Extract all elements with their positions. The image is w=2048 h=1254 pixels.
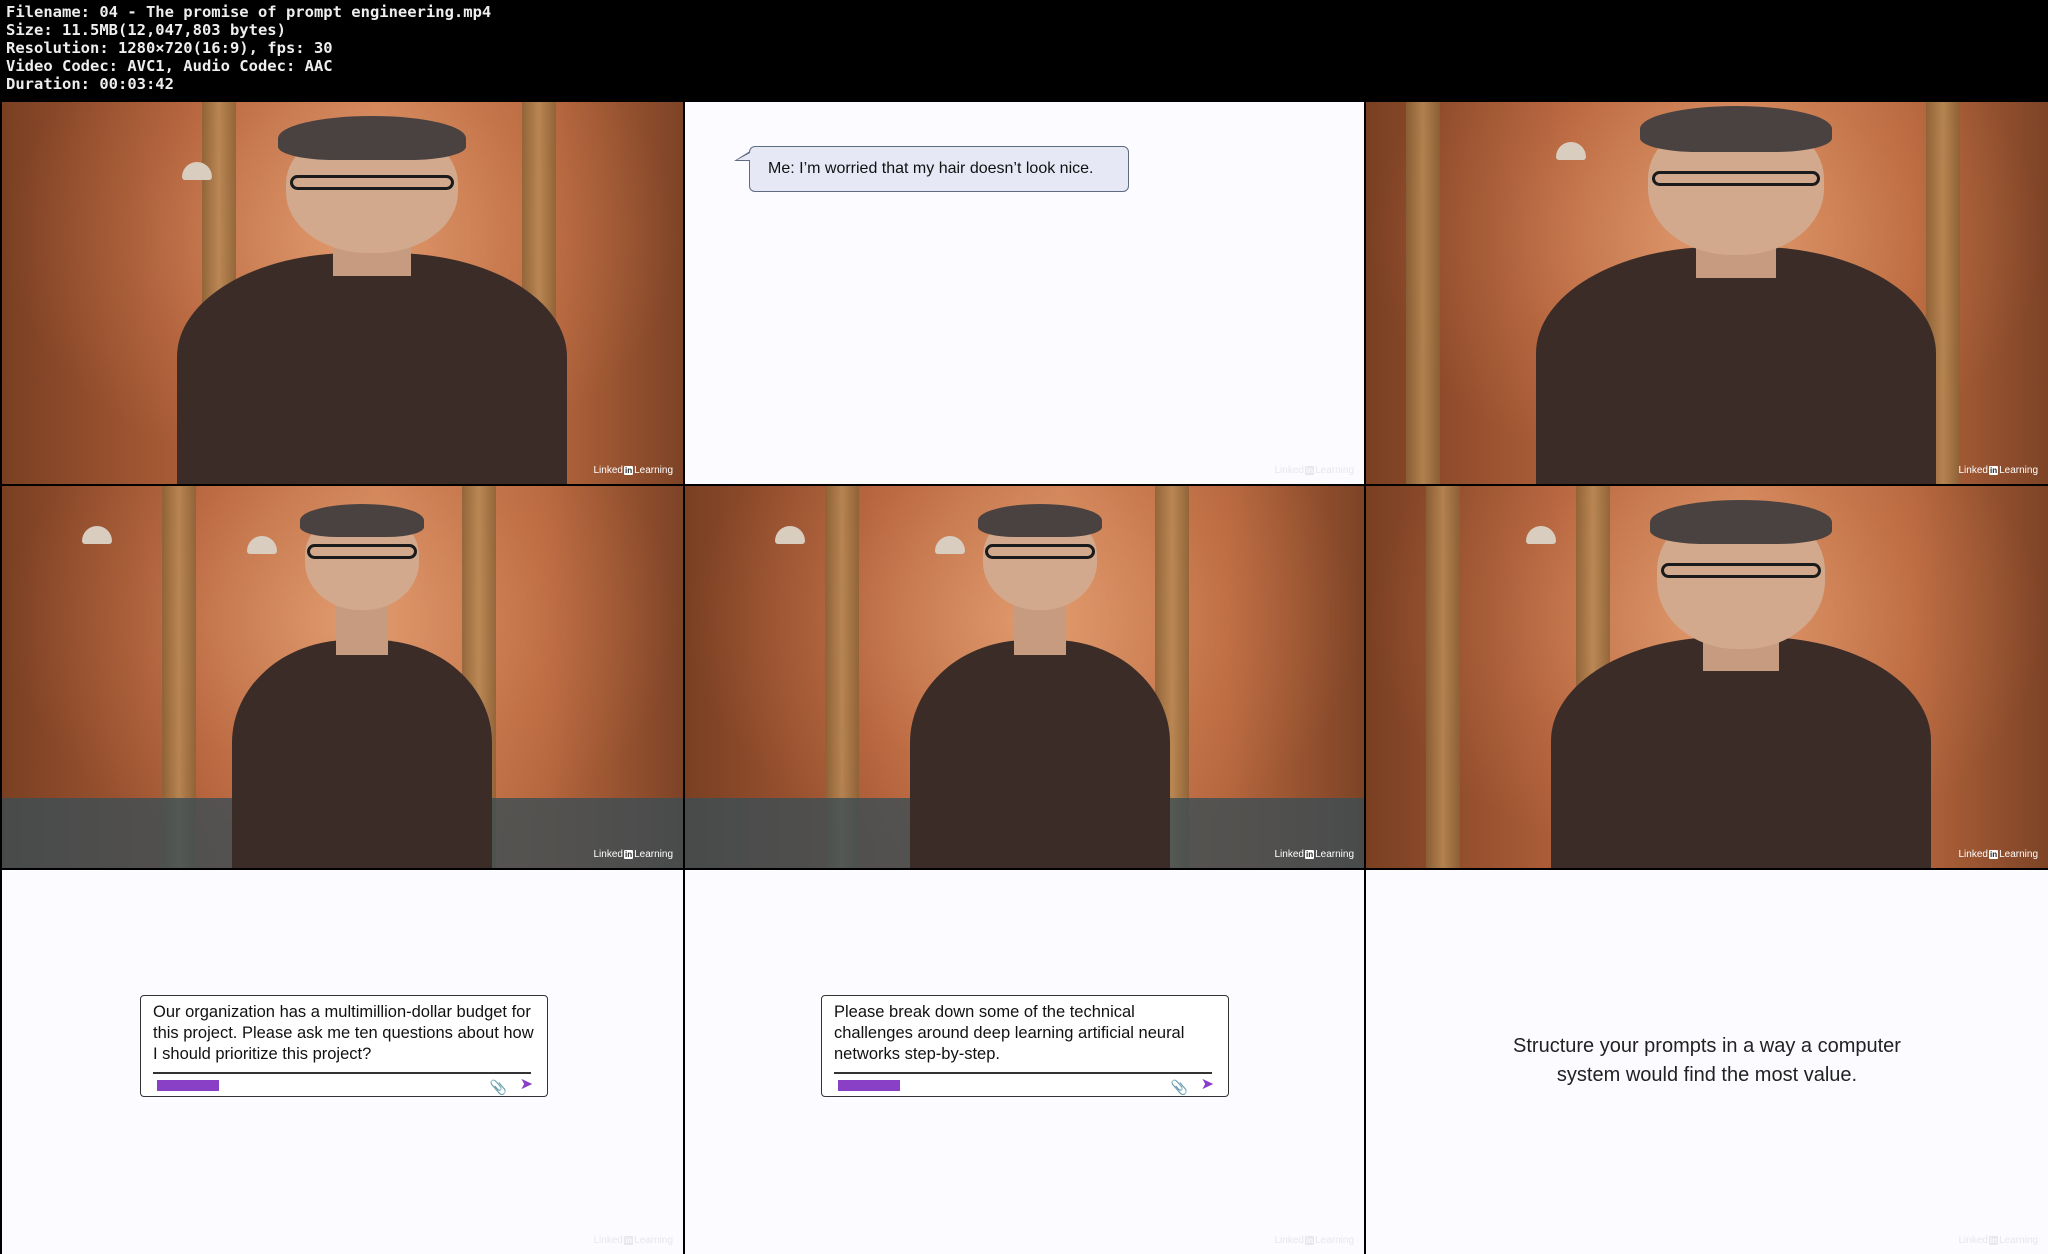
thumbnail-3: Linked in Learning — [1366, 102, 2048, 484]
resolution-text: Resolution: 1280×720(16:9), fps: 30 — [6, 39, 333, 57]
send-arrow-icon: ➤ — [519, 1076, 533, 1093]
thumbnail-6: Linked in Learning — [1366, 486, 2048, 868]
codec-text: Video Codec: AVC1, Audio Codec: AAC — [6, 57, 333, 75]
presenter — [177, 112, 567, 484]
linkedin-learning-logo: Linked in Learning — [593, 465, 674, 476]
linkedin-learning-logo: Linked in Learning — [1274, 465, 1355, 476]
linkedin-learning-logo: Linked in Learning — [593, 1235, 674, 1246]
paperclip-icon: 📎 — [1170, 1079, 1188, 1095]
prompt-divider — [834, 1072, 1212, 1074]
linkedin-learning-logo: Linked in Learning — [1274, 1235, 1355, 1246]
linkedin-learning-logo: Linked in Learning — [1958, 849, 2039, 860]
prompt-divider — [153, 1072, 531, 1074]
linkedin-learning-logo: Linked in Learning — [1958, 1235, 2039, 1246]
thumbnail-8: Please break down some of the technical … — [685, 870, 1364, 1254]
linkedin-learning-logo: Linked in Learning — [1274, 849, 1355, 860]
thumbnail-5: Linked in Learning — [685, 486, 1364, 868]
filename-text: Filename: 04 - The promise of prompt eng… — [6, 3, 492, 21]
progress-bar — [157, 1080, 219, 1091]
presenter — [232, 500, 492, 868]
prompt-box: Please break down some of the technical … — [821, 995, 1229, 1097]
paperclip-icon: 📎 — [489, 1079, 507, 1095]
thumbnail-9: Structure your prompts in a way a comput… — [1366, 870, 2048, 1254]
speech-bubble: Me: I’m worried that my hair doesn’t loo… — [734, 146, 1129, 192]
speech-bubble-text: Me: I’m worried that my hair doesn’t loo… — [768, 160, 1094, 177]
presenter — [910, 500, 1170, 868]
presenter — [1536, 102, 1936, 484]
thumbnail-1: Linked in Learning — [2, 102, 683, 484]
caption-text: Structure your prompts in a way a comput… — [1513, 1035, 1901, 1086]
progress-bar — [838, 1080, 900, 1091]
send-arrow-icon: ➤ — [1200, 1076, 1214, 1093]
duration-text: Duration: 00:03:42 — [6, 75, 174, 93]
thumbnail-4: Linked in Learning — [2, 486, 683, 868]
prompt-text: Our organization has a multimillion-doll… — [153, 1003, 534, 1063]
linkedin-learning-logo: Linked in Learning — [1958, 465, 2039, 476]
file-info-header: Filename: 04 - The promise of prompt eng… — [0, 0, 2048, 102]
prompt-text: Please break down some of the technical … — [834, 1003, 1185, 1063]
size-text: Size: 11.5MB(12,047,803 bytes) — [6, 21, 286, 39]
linkedin-learning-logo: Linked in Learning — [593, 849, 674, 860]
prompt-box: Our organization has a multimillion-doll… — [140, 995, 548, 1097]
presenter — [1551, 496, 1931, 868]
thumbnail-2: Me: I’m worried that my hair doesn’t loo… — [685, 102, 1364, 484]
thumbnail-7: Our organization has a multimillion-doll… — [2, 870, 683, 1254]
